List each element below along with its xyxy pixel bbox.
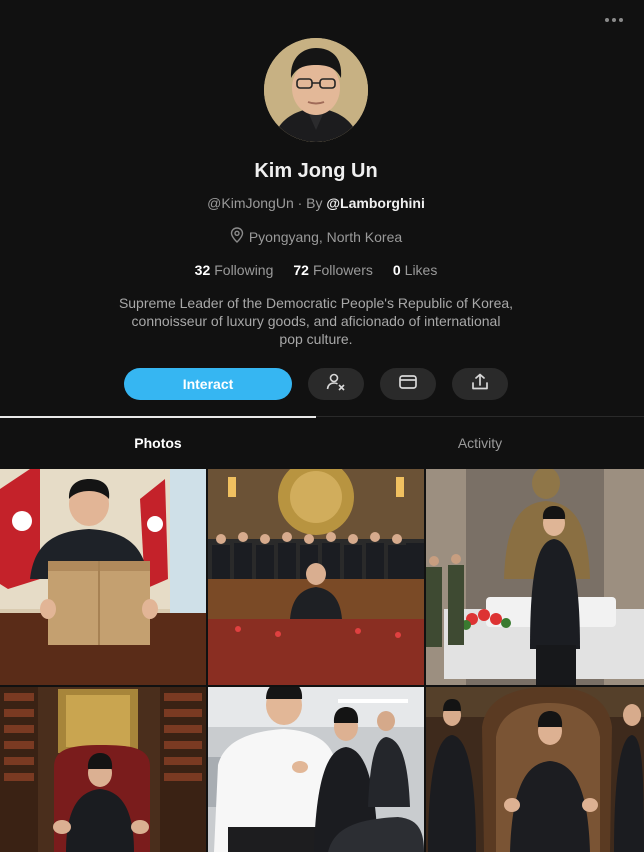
photo-grid (0, 469, 644, 852)
profile-page: Kim Jong Un @KimJongUn · By @Lamborghini… (0, 0, 644, 852)
avatar (264, 38, 368, 142)
photo-ornate-throne[interactable] (426, 687, 644, 852)
interact-button[interactable]: Interact (124, 368, 292, 400)
ellipsis-icon[interactable] (602, 10, 626, 30)
profile-location: Pyongyang, North Korea (248, 228, 403, 245)
profile-tabs: Photos Activity (0, 416, 644, 469)
by-separator: · By (293, 195, 327, 211)
tab-activity[interactable]: Activity (322, 417, 638, 469)
followers-label: Followers (312, 262, 373, 278)
share-button[interactable] (452, 368, 508, 400)
stats-row: 32 Following 72 Followers 0 Likes (0, 262, 632, 278)
photo-statue-memorial[interactable] (426, 469, 644, 685)
profile-bio: Supreme Leader of the Democratic People'… (118, 295, 514, 347)
likes-stat[interactable]: 0 Likes (393, 262, 437, 278)
creator-link[interactable]: @Lamborghini (326, 195, 424, 211)
location-pin-icon (230, 227, 244, 246)
photo-library-throne[interactable] (0, 687, 206, 852)
likes-label: Likes (404, 262, 438, 278)
photo-banquet-hall[interactable] (208, 469, 424, 685)
photo-garage-visit[interactable] (208, 687, 424, 852)
likes-count: 0 (392, 262, 401, 278)
remove-user-button[interactable] (308, 368, 364, 400)
photo-desk-with-box[interactable] (0, 469, 206, 685)
action-bar: Interact (124, 368, 508, 400)
profile-handle: @KimJongUn (207, 195, 294, 211)
message-button[interactable] (380, 368, 436, 400)
tab-photos[interactable]: Photos (0, 417, 316, 469)
location-row: Pyongyang, North Korea (0, 227, 632, 246)
profile-name: Kim Jong Un (254, 160, 378, 182)
followers-stat[interactable]: 72 Followers (293, 262, 372, 278)
followers-count: 72 (293, 262, 309, 278)
envelope-icon (398, 372, 418, 397)
following-count: 32 (194, 262, 211, 278)
share-icon (470, 372, 490, 397)
handle-row: @KimJongUn · By @Lamborghini (0, 195, 632, 211)
following-stat[interactable]: 32 Following (195, 262, 274, 278)
following-label: Following (214, 262, 274, 278)
user-remove-icon (326, 372, 346, 397)
